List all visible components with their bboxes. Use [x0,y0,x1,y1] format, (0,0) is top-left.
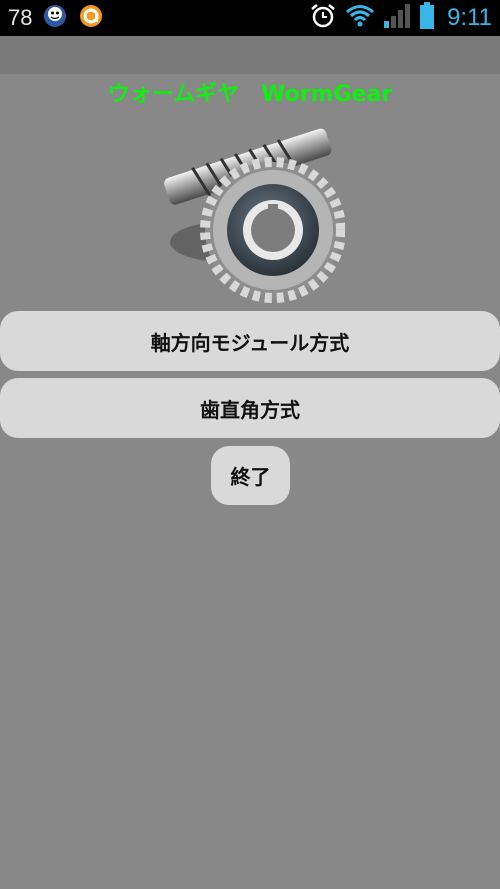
app-title: ウォームギヤ WormGear [107,82,393,107]
exit-button[interactable]: 終了 [211,446,290,505]
wifi-icon [345,3,375,33]
action-bar [0,36,500,74]
worm-gear-image [155,112,346,307]
app-notification-icon [42,3,68,33]
orange-app-icon [78,3,104,33]
clock-time: 9:11 [447,4,492,31]
status-bar: 78 9:11 [0,0,500,36]
alarm-clock-icon [309,2,337,34]
notification-count: 78 [8,5,33,30]
axial-module-button[interactable]: 軸方向モジュール方式 [0,311,500,371]
battery-icon [419,2,435,34]
signal-icon [383,3,411,33]
normal-module-button[interactable]: 歯直角方式 [0,378,500,438]
